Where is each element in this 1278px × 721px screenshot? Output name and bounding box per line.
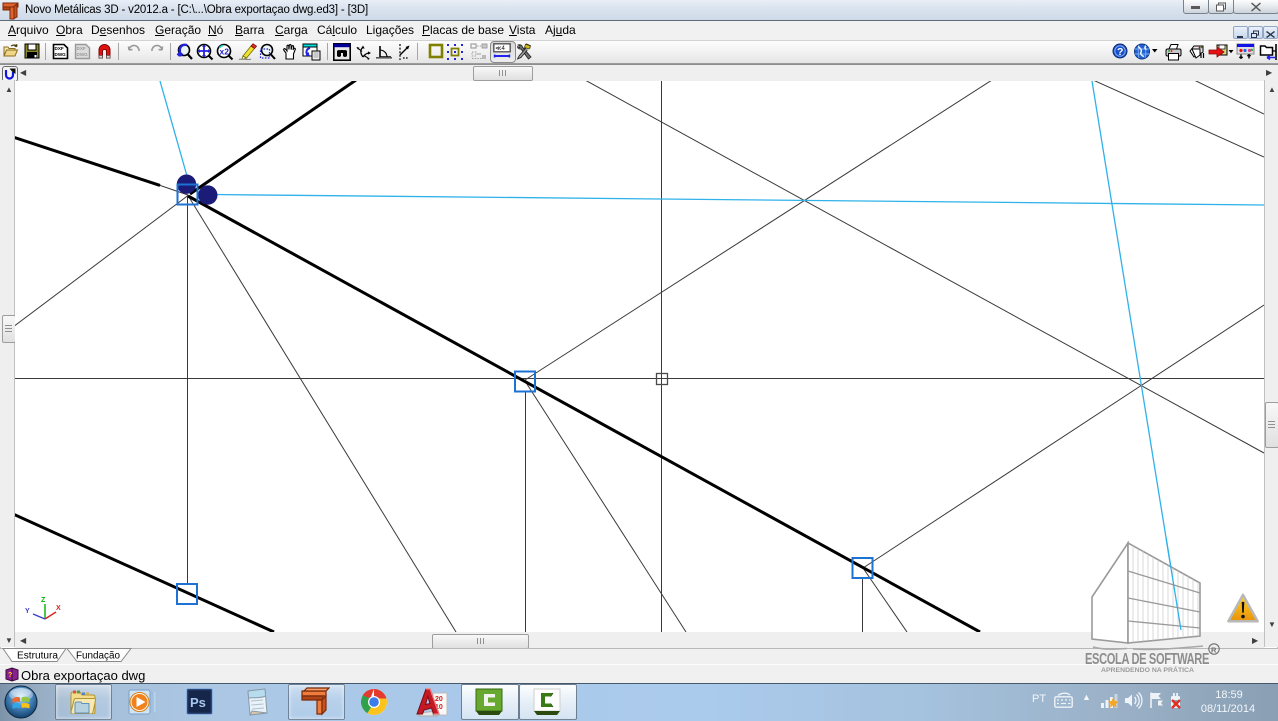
svg-text:?: ? [1117, 46, 1123, 58]
svg-text:DWG: DWG [55, 52, 67, 57]
svg-text:?: ? [8, 672, 12, 679]
svg-text:R: R [1211, 646, 1217, 655]
svg-text:Y: Y [25, 608, 30, 615]
svg-text:DWG: DWG [77, 52, 89, 57]
svg-text:≪4: ≪4 [495, 46, 505, 52]
svg-text:Ps: Ps [190, 695, 206, 710]
svg-text:x2: x2 [220, 47, 230, 57]
svg-text:Fundação: Fundação [76, 651, 120, 662]
svg-text:X: X [56, 605, 61, 612]
svg-text:DXF: DXF [55, 46, 64, 51]
svg-text:20: 20 [435, 696, 443, 703]
svg-text:Estrutura: Estrutura [17, 651, 58, 662]
svg-text:APRENDENDO NA PRÁTICA: APRENDENDO NA PRÁTICA [1101, 665, 1194, 674]
svg-text:ESCOLA DE SOFTWARE: ESCOLA DE SOFTWARE [1085, 651, 1210, 668]
svg-text:DXF: DXF [77, 46, 86, 51]
svg-text:Z: Z [41, 597, 46, 604]
